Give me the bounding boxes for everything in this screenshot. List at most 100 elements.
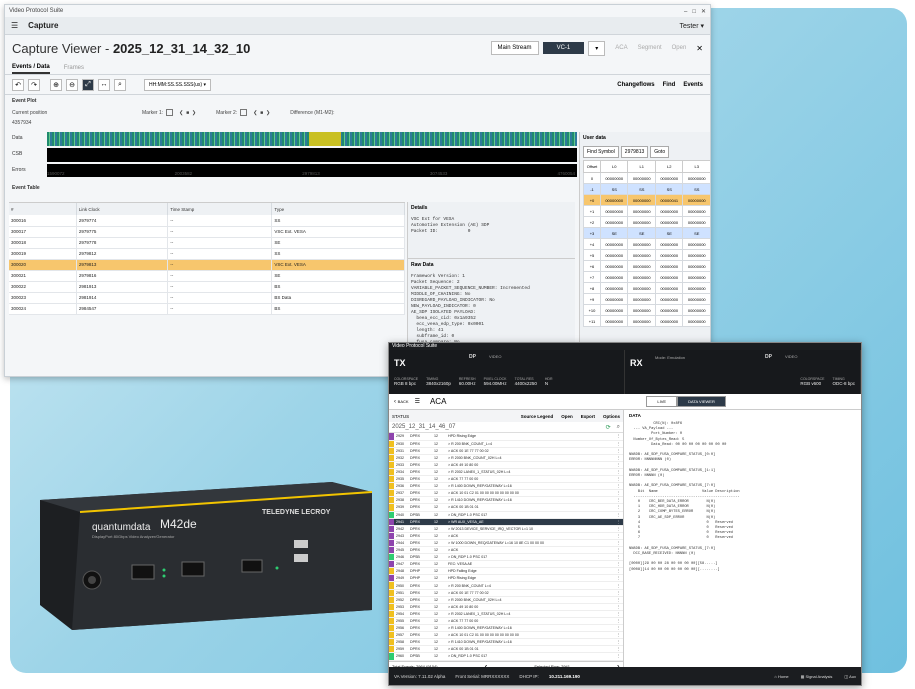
rx-mode[interactable]: Mode: Emulation: [655, 355, 685, 360]
open-link[interactable]: Open: [672, 45, 687, 51]
user-data-row[interactable]: +10 00000000 00000000 00000000 00000000: [583, 304, 710, 316]
row-menu-icon[interactable]: ⋮: [617, 589, 623, 597]
row-menu-icon[interactable]: ⋮: [617, 496, 623, 505]
row-menu-icon[interactable]: ⋮: [617, 511, 623, 519]
user-menu[interactable]: Tester ▾: [679, 22, 704, 30]
list-item[interactable]: 2958 DPRX 12 > R 1410 DOWN_REP/GATEWAY L=16…: [389, 638, 623, 647]
data-strip[interactable]: [47, 132, 577, 146]
row-menu-icon[interactable]: ⋮: [617, 553, 623, 562]
list-item[interactable]: 2952 DPRX 12 > R 2000 BNK_COUNT_02H L=4 ⋮: [389, 596, 623, 604]
tab-events-data[interactable]: Events / Data: [12, 64, 50, 74]
list-item[interactable]: 2943 DPRX 12 > ACK ⋮: [389, 532, 623, 540]
user-data-row[interactable]: +0 00000000 00000000 00000041 00000000: [583, 194, 710, 206]
row-menu-icon[interactable]: ⋮: [617, 610, 623, 618]
row-menu-icon[interactable]: ⋮: [617, 574, 623, 583]
list-item[interactable]: 2948 DPHP 12 HPD Falling Edge ⋮: [389, 567, 623, 576]
csb-strip[interactable]: [47, 148, 577, 162]
table-row[interactable]: 300021 2979816 -- SE: [9, 270, 405, 282]
list-item[interactable]: 2949 DPHP 12 HPD Rising Edge ⋮: [389, 574, 623, 583]
column-header[interactable]: Time Stamp: [167, 203, 273, 215]
table-row[interactable]: 300018 2979778 -- SE: [9, 237, 405, 249]
list-item[interactable]: 2933 DPRX 12 > ACK 49 10 80 00 ⋮: [389, 461, 623, 469]
row-menu-icon[interactable]: ⋮: [617, 581, 623, 590]
row-menu-icon[interactable]: ⋮: [617, 631, 623, 640]
close-icon[interactable]: ✕: [696, 44, 703, 53]
list-item[interactable]: 2959 DPRX 12 > ACK 00 1B 01 01 ⋮: [389, 645, 623, 654]
main-stream-button[interactable]: Main Stream: [490, 41, 539, 55]
list-item[interactable]: 2950 DPRX 12 > R 200 BNK_COUNT L=4 ⋮: [389, 581, 623, 590]
user-data-row[interactable]: +8 00000000 00000000 00000000 00000000: [583, 282, 710, 294]
chevron-down-icon[interactable]: ▾: [588, 40, 606, 56]
find-button[interactable]: Find: [663, 82, 676, 88]
user-data-row[interactable]: +9 00000000 00000000 00000000 00000000: [583, 293, 710, 305]
row-menu-icon[interactable]: ⋮: [617, 624, 623, 633]
column-header[interactable]: Type: [271, 203, 405, 215]
zoom-out-icon[interactable]: ⊖: [66, 78, 78, 91]
user-data-row[interactable]: +11 00000000 00000000 00000000 00000000: [583, 315, 710, 327]
undo-icon[interactable]: ↶: [12, 78, 24, 91]
list-item[interactable]: 2954 DPRX 12 > R 2002 LANE0_1_STATUS_02H L=…: [389, 610, 623, 618]
list-item[interactable]: 2929 DPRX 12 HPD Rising Edge ⋮: [389, 433, 623, 441]
marker1-prev[interactable]: ❮ ■ ❯: [179, 110, 196, 116]
back-button[interactable]: ‹ BACK: [394, 399, 409, 405]
list-item[interactable]: 2932 DPRX 12 > R 2000 BNK_COUNT_02H L=4 ⋮: [389, 454, 623, 462]
row-menu-icon[interactable]: ⋮: [617, 539, 623, 548]
row-menu-icon[interactable]: ⋮: [617, 645, 623, 654]
list-item[interactable]: 2947 DPRX 12 FEC: VESA AE ⋮: [389, 560, 623, 569]
table-row[interactable]: 300020 2979813 -- VSC Ext. VESA: [9, 259, 405, 271]
user-data-row[interactable]: -1 SS SS SS SS: [583, 183, 710, 195]
segment-link[interactable]: Segment: [638, 45, 662, 51]
list-item[interactable]: 2960 DPSB 12 > DN_RDP 1.0 PSC 017 ⋮: [389, 652, 623, 661]
row-menu-icon[interactable]: ⋮: [617, 560, 623, 569]
zoom-fit-icon[interactable]: ⤢: [82, 78, 94, 91]
row-menu-icon[interactable]: ⋮: [617, 546, 623, 555]
list-item[interactable]: 2941 DPRX 12 > WR AUX_VESA_AE ⋮: [389, 518, 623, 526]
row-menu-icon[interactable]: ⋮: [617, 525, 623, 533]
row-menu-icon[interactable]: ⋮: [617, 603, 623, 611]
list-item[interactable]: 2945 DPRX 12 > ACK ⋮: [389, 546, 623, 555]
user-data-row[interactable]: +4 00000000 00000000 00000000 00000000: [583, 238, 710, 250]
list-item[interactable]: 2944 DPRX 12 > W 1000 DOWN_REQ/GATEWAY L=16…: [389, 539, 623, 548]
table-row[interactable]: 300023 2981914 -- BS Data: [9, 292, 405, 304]
hamburger-icon[interactable]: ☰: [11, 21, 18, 30]
signal-analysis-icon[interactable]: ▦ Signal Analysis: [801, 674, 833, 679]
row-menu-icon[interactable]: ⋮: [617, 461, 623, 469]
data-viewer-tab[interactable]: DATA VIEWER: [677, 396, 726, 407]
list-item[interactable]: 2939 DPRX 12 > ACK 00 1B 01 01 ⋮: [389, 503, 623, 512]
column-header[interactable]: Link Clock: [76, 203, 169, 215]
list-item[interactable]: 2931 DPRX 12 > ACK 00 1E 77 77 00 02 ⋮: [389, 447, 623, 455]
list-item[interactable]: 2951 DPRX 12 > ACK 00 1E 77 77 00 02 ⋮: [389, 589, 623, 597]
list-item[interactable]: 2946 DPSB 12 > DN_RDP 1.0 PSC 017 ⋮: [389, 553, 623, 562]
row-menu-icon[interactable]: ⋮: [617, 638, 623, 647]
stream-select[interactable]: VC-1: [542, 42, 585, 54]
column-header[interactable]: #: [9, 203, 77, 215]
row-menu-icon[interactable]: ⋮: [617, 489, 623, 498]
row-menu-icon[interactable]: ⋮: [617, 596, 623, 604]
zoom-in-icon[interactable]: ⊕: [50, 78, 62, 91]
list-item[interactable]: 2934 DPRX 12 > R 2002 LANE0_1_STATUS_02H L=…: [389, 468, 623, 477]
list-item[interactable]: 2942 DPRX 12 > W 2013 DEVICE_SERVICE_IRQ_VE…: [389, 525, 623, 533]
table-row[interactable]: 300024 2984547 -- BS: [9, 303, 405, 315]
user-data-row[interactable]: +7 00000000 00000000 00000000 00000000: [583, 271, 710, 283]
rx-panel[interactable]: RX Mode: Emulation DP VIDEO COLORSPACE RG…: [625, 350, 861, 394]
list-item[interactable]: 2935 DPRX 12 > ACK 77 77 00 00 ⋮: [389, 475, 623, 484]
table-row[interactable]: 300022 2981913 -- BS: [9, 281, 405, 293]
user-data-row[interactable]: +2 00000000 00000000 00000000 00000000: [583, 216, 710, 228]
fit-width-icon[interactable]: ↔: [98, 78, 110, 91]
list-item[interactable]: 2938 DPRX 12 > R 1410 DOWN_REP/GATEWAY L=16…: [389, 496, 623, 505]
row-menu-icon[interactable]: ⋮: [617, 482, 623, 491]
row-menu-icon[interactable]: ⋮: [617, 503, 623, 512]
source-legend-button[interactable]: Source Legend: [521, 414, 554, 419]
list-item[interactable]: 2930 DPRX 12 > R 200 BNK_COUNT_L=4 ⋮: [389, 440, 623, 448]
row-menu-icon[interactable]: ⋮: [617, 447, 623, 455]
user-data-row[interactable]: +3 SE SE SE SE: [583, 227, 710, 239]
time-format-dropdown[interactable]: HH:MM:SS.SS.SSS(us) ▾: [144, 78, 211, 91]
zoom-select-icon[interactable]: ⌕: [114, 78, 126, 91]
list-item[interactable]: 2955 DPRX 12 > ACK 77 77 00 00 ⋮: [389, 617, 623, 626]
list-item[interactable]: 2956 DPRX 12 > R 1400 DOWN_REP/GATEWAY L=16…: [389, 624, 623, 633]
marker1-checkbox[interactable]: [166, 109, 174, 116]
row-menu-icon[interactable]: ⋮: [617, 475, 623, 484]
find-symbol-button[interactable]: Find Symbol: [583, 146, 619, 158]
window-controls[interactable]: ‒ □ ✕: [684, 8, 706, 15]
export-button[interactable]: Export: [581, 414, 595, 419]
